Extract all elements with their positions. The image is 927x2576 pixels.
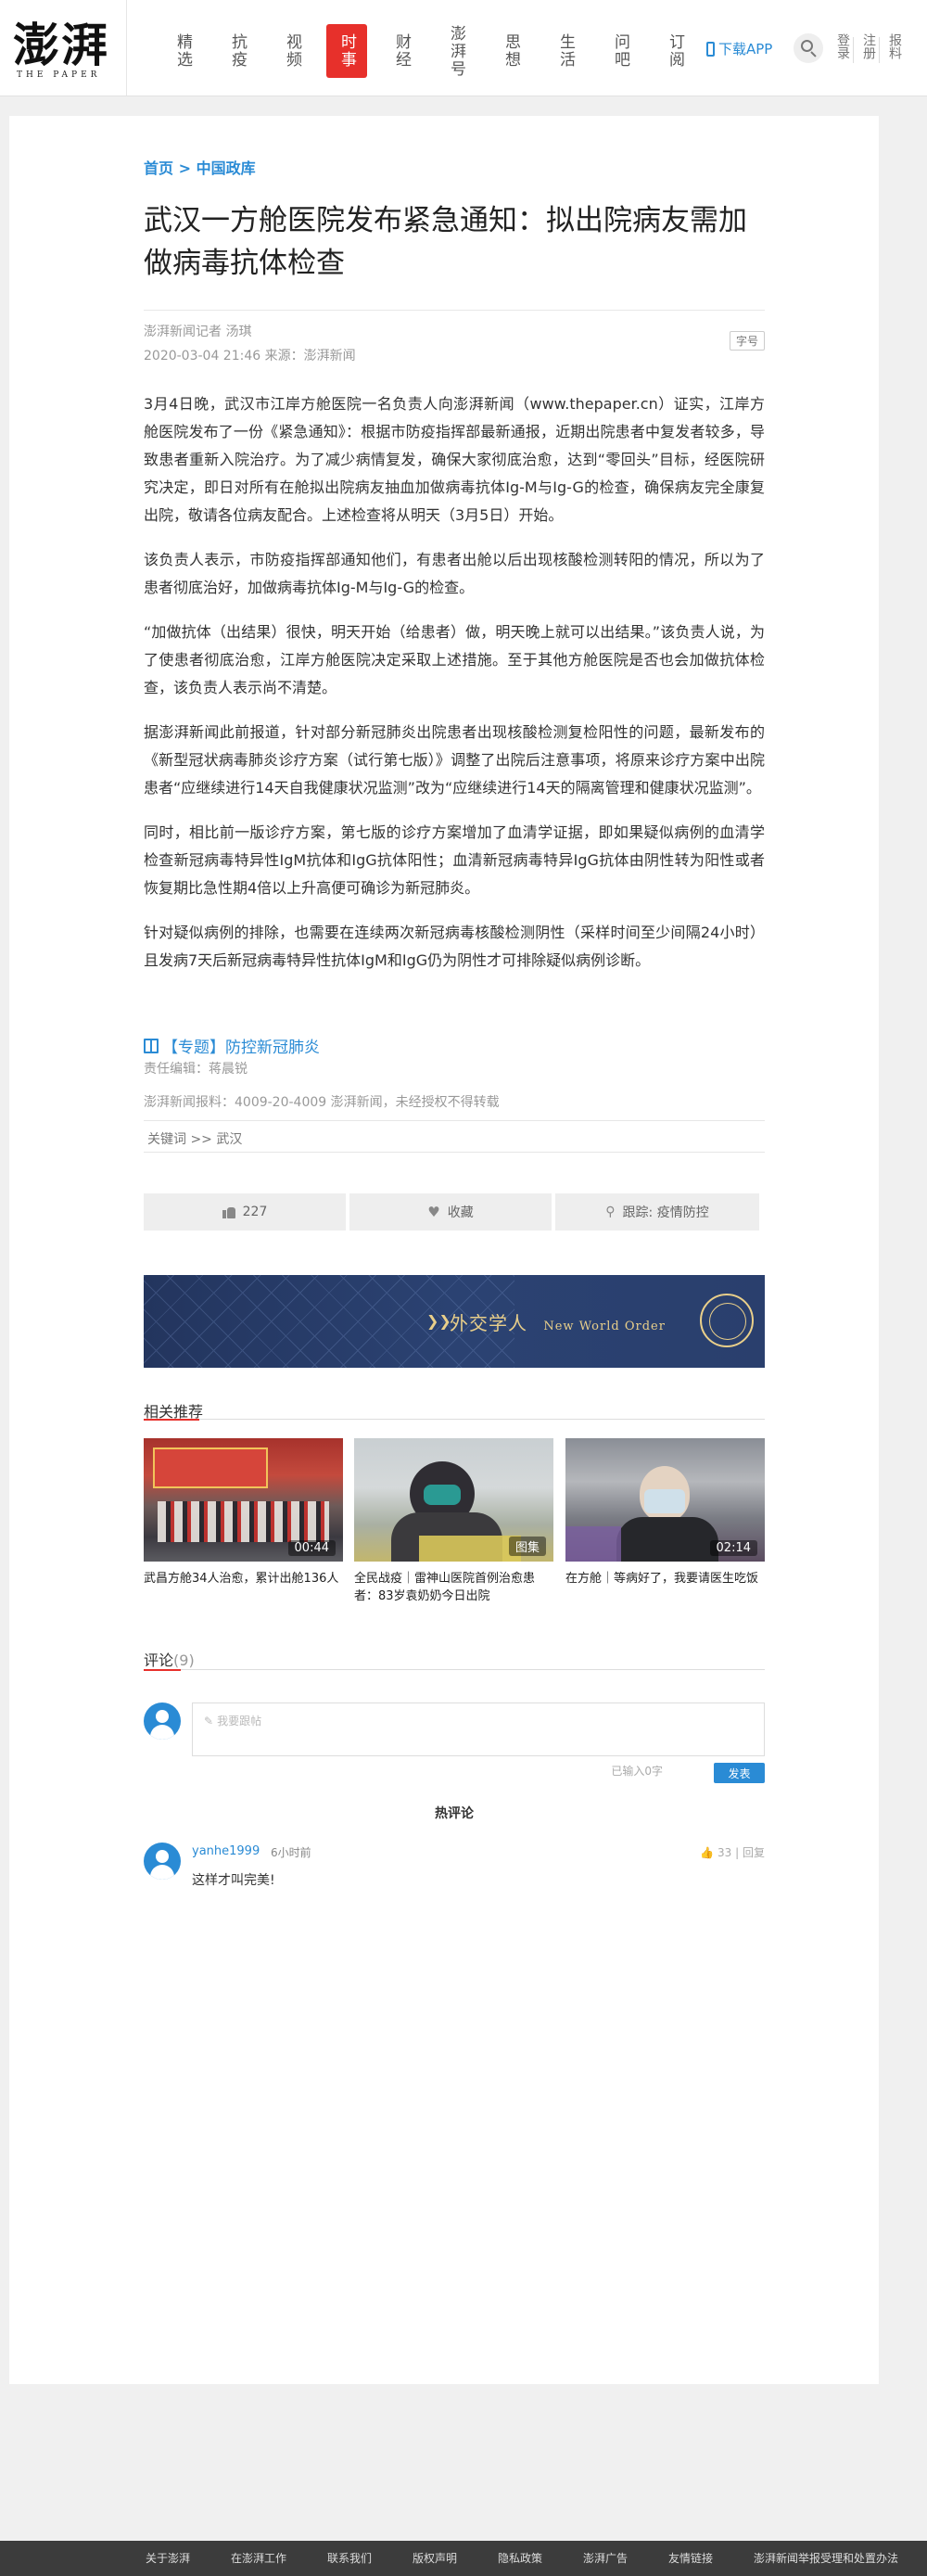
char-counter: 已输入0字 bbox=[611, 1765, 663, 1778]
article-paragraph: 该负责人表示，市防疫指挥部通知他们，有患者出舱以后出现核酸检测转阳的情况，所以为… bbox=[144, 551, 765, 596]
article-actions: 227 ♥ 收藏 ⚲ 跟踪: 疫情防控 bbox=[144, 1193, 765, 1231]
video-duration-badge: 00:44 bbox=[287, 1540, 336, 1556]
heart-icon: ♥ bbox=[427, 1204, 440, 1220]
comments-count: (9) bbox=[173, 1651, 195, 1669]
register-link[interactable]: 注册 bbox=[860, 33, 877, 59]
nav-item-video[interactable]: 视频 bbox=[272, 24, 312, 78]
video-duration-badge: 02:14 bbox=[709, 1540, 757, 1556]
logo-subtitle: THE PAPER bbox=[17, 70, 101, 80]
article-paragraph: 据澎湃新闻此前报道，针对部分新冠肺炎出院患者出现核酸检测复检阳性的问题，最新发布… bbox=[144, 723, 765, 797]
related-list: 00:44 武昌方舱34人治愈，累计出舱136人 图集 全民战疫｜雷神山医院首例… bbox=[144, 1438, 765, 1605]
related-caption: 全民战疫｜雷神山医院首例治愈患者：83岁袁奶奶今日出院 bbox=[354, 1572, 536, 1603]
related-caption: 武昌方舱34人治愈，累计出舱136人 bbox=[144, 1572, 339, 1586]
ad-banner[interactable]: ❯❯ 外交学人 New World Order bbox=[144, 1275, 765, 1368]
comment-item: yanhe1999 6小时前 这样才叫完美! 👍 33 | 回复 bbox=[144, 1843, 765, 1898]
divider bbox=[853, 37, 854, 63]
footer-link-report-policy[interactable]: 澎湃新闻举报受理和处置办法 bbox=[754, 2541, 898, 2576]
article-paragraph: 3月4日晚，武汉市江岸方舱医院一名负责人向澎湃新闻（www.thepaper.c… bbox=[144, 395, 765, 524]
related-card[interactable]: 02:14 在方舱｜等病好了，我要请医生吃饭 bbox=[565, 1438, 765, 1588]
thumbs-up-icon bbox=[222, 1205, 235, 1218]
comment-like-button[interactable]: 👍 33 bbox=[700, 1846, 731, 1859]
divider bbox=[144, 1120, 765, 1121]
download-app-link[interactable]: 下载APP bbox=[706, 39, 772, 58]
comments-heading: 评论(9) bbox=[144, 1651, 195, 1669]
login-link[interactable]: 登录 bbox=[834, 33, 851, 59]
user-avatar bbox=[144, 1702, 181, 1740]
nav-item-subscribe[interactable]: 订阅 bbox=[654, 24, 695, 78]
like-button[interactable]: 227 bbox=[144, 1193, 346, 1231]
divider bbox=[879, 37, 880, 63]
footer-link-contact[interactable]: 联系我们 bbox=[327, 2541, 372, 2576]
main-content: 首页 > 中国政库 武汉一方舱医院发布紧急通知：拟出院病友需加做病毒抗体检查 澎… bbox=[9, 116, 879, 2384]
banner-subtitle: New World Order bbox=[543, 1320, 666, 1333]
breadcrumb-section[interactable]: 中国政库 bbox=[197, 159, 256, 177]
related-card[interactable]: 图集 全民战疫｜雷神山医院首例治愈患者：83岁袁奶奶今日出院 bbox=[354, 1438, 553, 1605]
comment-actions: 👍 33 | 回复 bbox=[700, 1846, 765, 1859]
related-thumbnail: 02:14 bbox=[565, 1438, 765, 1562]
footer-link-friends[interactable]: 友情链接 bbox=[668, 2541, 713, 2576]
footer-link-ads[interactable]: 澎湃广告 bbox=[583, 2541, 628, 2576]
article-paragraph: “加做抗体（出结果）很快，明天开始（给患者）做，明天晚上就可以出结果。”该负责人… bbox=[144, 623, 765, 696]
divider bbox=[144, 1669, 765, 1671]
comment-input[interactable]: ✎ 我要跟帖 bbox=[192, 1702, 765, 1756]
footer-link-careers[interactable]: 在澎湃工作 bbox=[231, 2541, 286, 2576]
footer-link-copyright[interactable]: 版权声明 bbox=[413, 2541, 457, 2576]
nav-item-anti-epidemic[interactable]: 抗疫 bbox=[217, 24, 258, 78]
nav-item-thought[interactable]: 思想 bbox=[490, 24, 531, 78]
follow-topic-button[interactable]: ⚲ 跟踪: 疫情防控 bbox=[555, 1193, 759, 1231]
footer-link-about[interactable]: 关于澎湃 bbox=[146, 2541, 190, 2576]
report-link[interactable]: 报料 bbox=[886, 33, 903, 59]
double-chevron-icon: ❯❯ bbox=[426, 1312, 451, 1330]
gallery-badge: 图集 bbox=[508, 1537, 546, 1556]
article-datetime: 2020-03-04 21:46 来源：澎湃新闻 bbox=[144, 349, 356, 363]
binoculars-icon: ⚲ bbox=[605, 1205, 616, 1219]
article-paragraph: 同时，相比前一版诊疗方案，第七版的诊疗方案增加了血清学证据，即如果疑似病例的血清… bbox=[144, 823, 765, 897]
logo-text: 澎湃 bbox=[13, 18, 109, 72]
comment-username[interactable]: yanhe1999 bbox=[192, 1844, 260, 1858]
breadcrumb-home[interactable]: 首页 bbox=[144, 159, 173, 177]
footer-link-privacy[interactable]: 隐私政策 bbox=[498, 2541, 542, 2576]
keywords[interactable]: 关键词 >> 武汉 bbox=[144, 1129, 768, 1148]
pencil-icon: ✎ bbox=[204, 1715, 214, 1728]
nav-item-pengpai-account[interactable]: 澎湃号 bbox=[436, 24, 476, 78]
site-logo[interactable]: 澎湃 THE PAPER bbox=[0, 0, 127, 96]
article-author: 澎湃新闻记者 汤琪 bbox=[144, 325, 252, 339]
article-title: 武汉一方舱医院发布紧急通知：拟出院病友需加做病毒抗体检查 bbox=[144, 204, 747, 280]
special-topic-link[interactable]: 【专题】防控新冠肺炎 bbox=[144, 1034, 765, 1057]
related-thumbnail: 图集 bbox=[354, 1438, 553, 1562]
nav-item-finance[interactable]: 财经 bbox=[381, 24, 422, 78]
site-footer: 关于澎湃 在澎湃工作 联系我们 版权声明 隐私政策 澎湃广告 友情链接 澎湃新闻… bbox=[0, 2541, 927, 2576]
favorite-button[interactable]: ♥ 收藏 bbox=[349, 1193, 552, 1231]
responsible-editor: 责任编辑：蒋晨锐 bbox=[144, 1062, 248, 1077]
nav-item-ask[interactable]: 问吧 bbox=[600, 24, 641, 78]
site-header: 澎湃 THE PAPER 精选 抗疫 视频 时事 财经 澎湃号 思想 生活 问吧… bbox=[0, 0, 927, 96]
related-card[interactable]: 00:44 武昌方舱34人治愈，累计出舱136人 bbox=[144, 1438, 343, 1588]
comment-text: 这样才叫完美! bbox=[192, 1873, 275, 1888]
phone-icon bbox=[706, 41, 715, 57]
search-button[interactable] bbox=[794, 33, 823, 63]
hotline-notice: 澎湃新闻报料：4009-20-4009 澎湃新闻，未经授权不得转载 bbox=[144, 1095, 500, 1110]
book-icon bbox=[144, 1038, 159, 1053]
related-thumbnail: 00:44 bbox=[144, 1438, 343, 1562]
nav-item-life[interactable]: 生活 bbox=[545, 24, 586, 78]
comment-composer: ✎ 我要跟帖 bbox=[144, 1702, 765, 1756]
banner-title: 外交学人 bbox=[450, 1312, 527, 1334]
nav-item-featured[interactable]: 精选 bbox=[162, 24, 203, 78]
publish-button[interactable]: 发表 bbox=[714, 1763, 765, 1783]
nav-item-current-affairs[interactable]: 时事 bbox=[326, 24, 367, 78]
hot-comments-heading: 热评论 bbox=[435, 1806, 474, 1821]
divider bbox=[144, 1419, 765, 1421]
article-body: 3月4日晚，武汉市江岸方舱医院一名负责人向澎湃新闻（www.thepaper.c… bbox=[144, 390, 765, 991]
commenter-avatar[interactable] bbox=[144, 1843, 181, 1880]
divider bbox=[144, 1152, 765, 1153]
comment-reply-button[interactable]: 回复 bbox=[743, 1846, 765, 1859]
globe-icon bbox=[700, 1294, 754, 1347]
font-size-button[interactable]: 字号 bbox=[729, 331, 765, 351]
breadcrumb: 首页 > 中国政库 bbox=[144, 159, 256, 177]
article-meta: 澎湃新闻记者 汤琪 2020-03-04 21:46 来源：澎湃新闻 字号 bbox=[144, 310, 765, 363]
comment-time: 6小时前 bbox=[271, 1846, 311, 1859]
related-caption: 在方舱｜等病好了，我要请医生吃饭 bbox=[565, 1572, 759, 1586]
article-paragraph: 针对疑似病例的排除，也需要在连续两次新冠病毒核酸检测阴性（采样时间至少间隔24小… bbox=[144, 924, 765, 969]
